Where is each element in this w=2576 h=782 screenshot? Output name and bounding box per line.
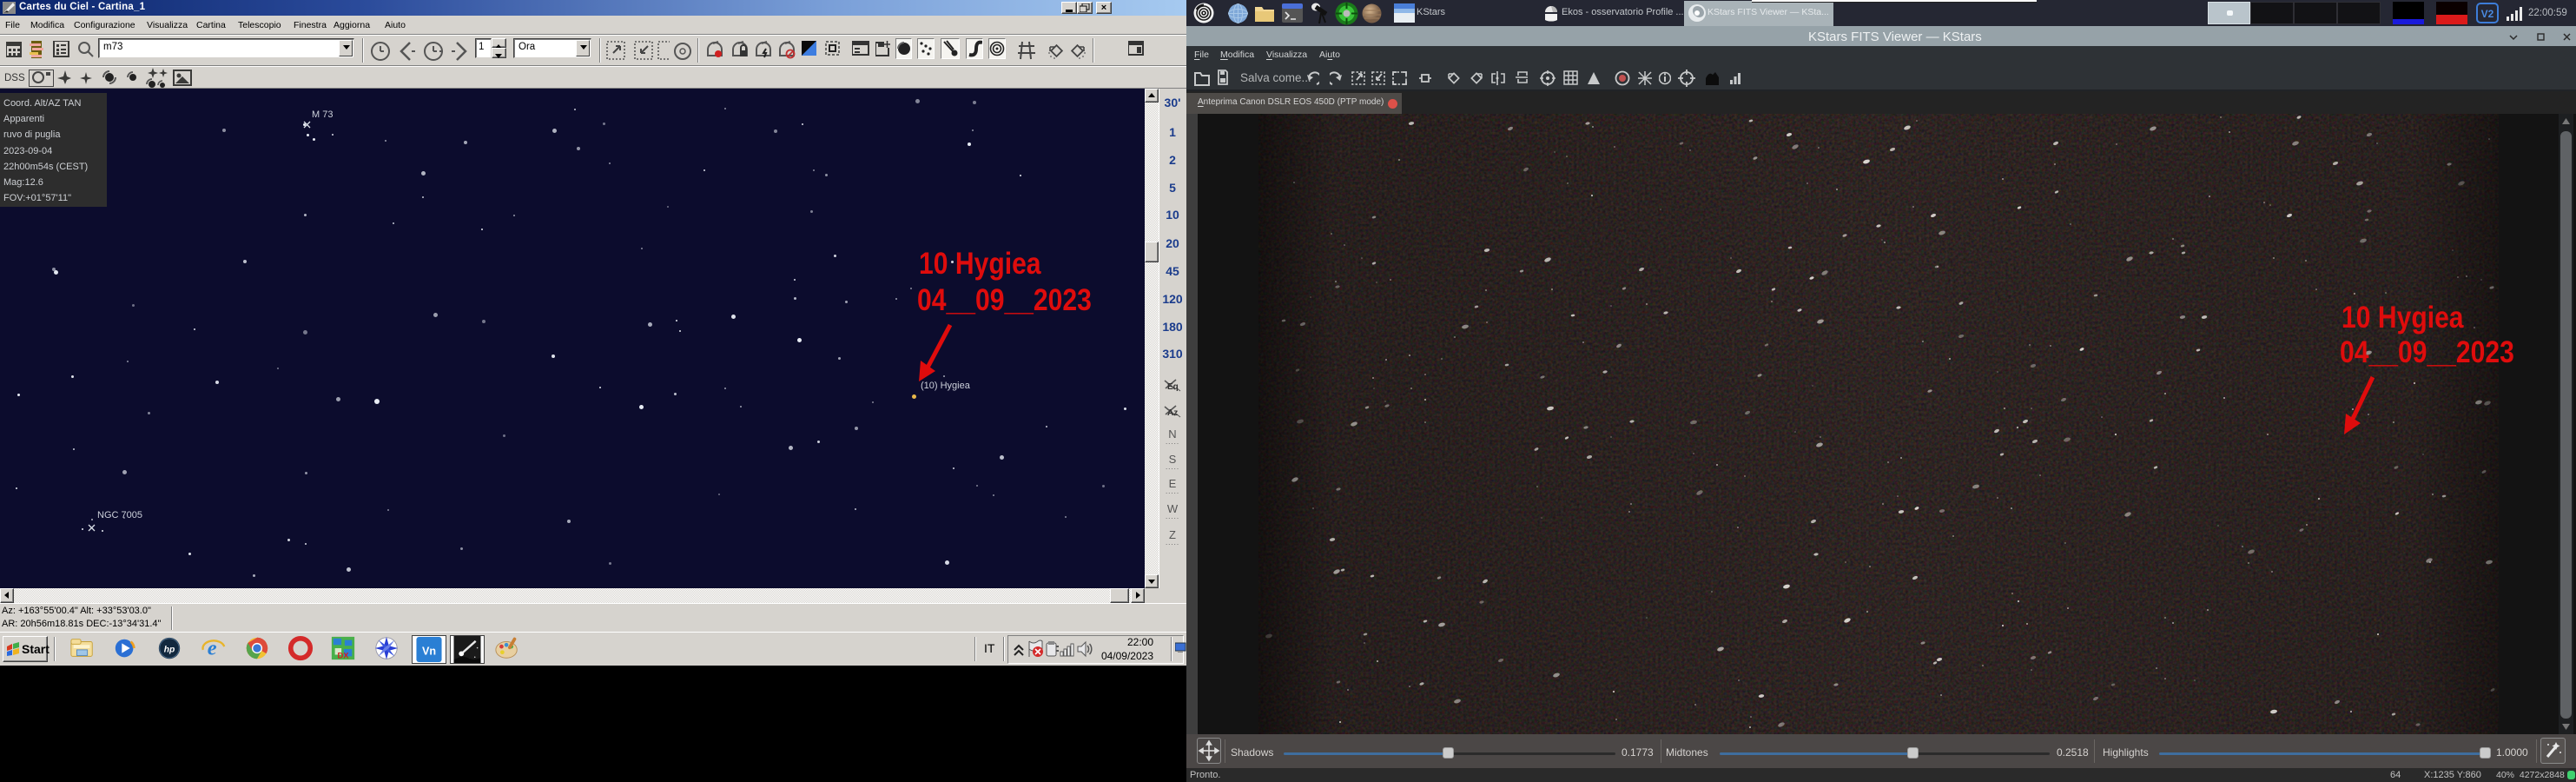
svg-text:Vn: Vn — [422, 645, 436, 657]
svg-text:hp: hp — [164, 646, 175, 655]
svg-text:V2: V2 — [2481, 8, 2494, 20]
svg-text:DX: DX — [337, 651, 349, 659]
